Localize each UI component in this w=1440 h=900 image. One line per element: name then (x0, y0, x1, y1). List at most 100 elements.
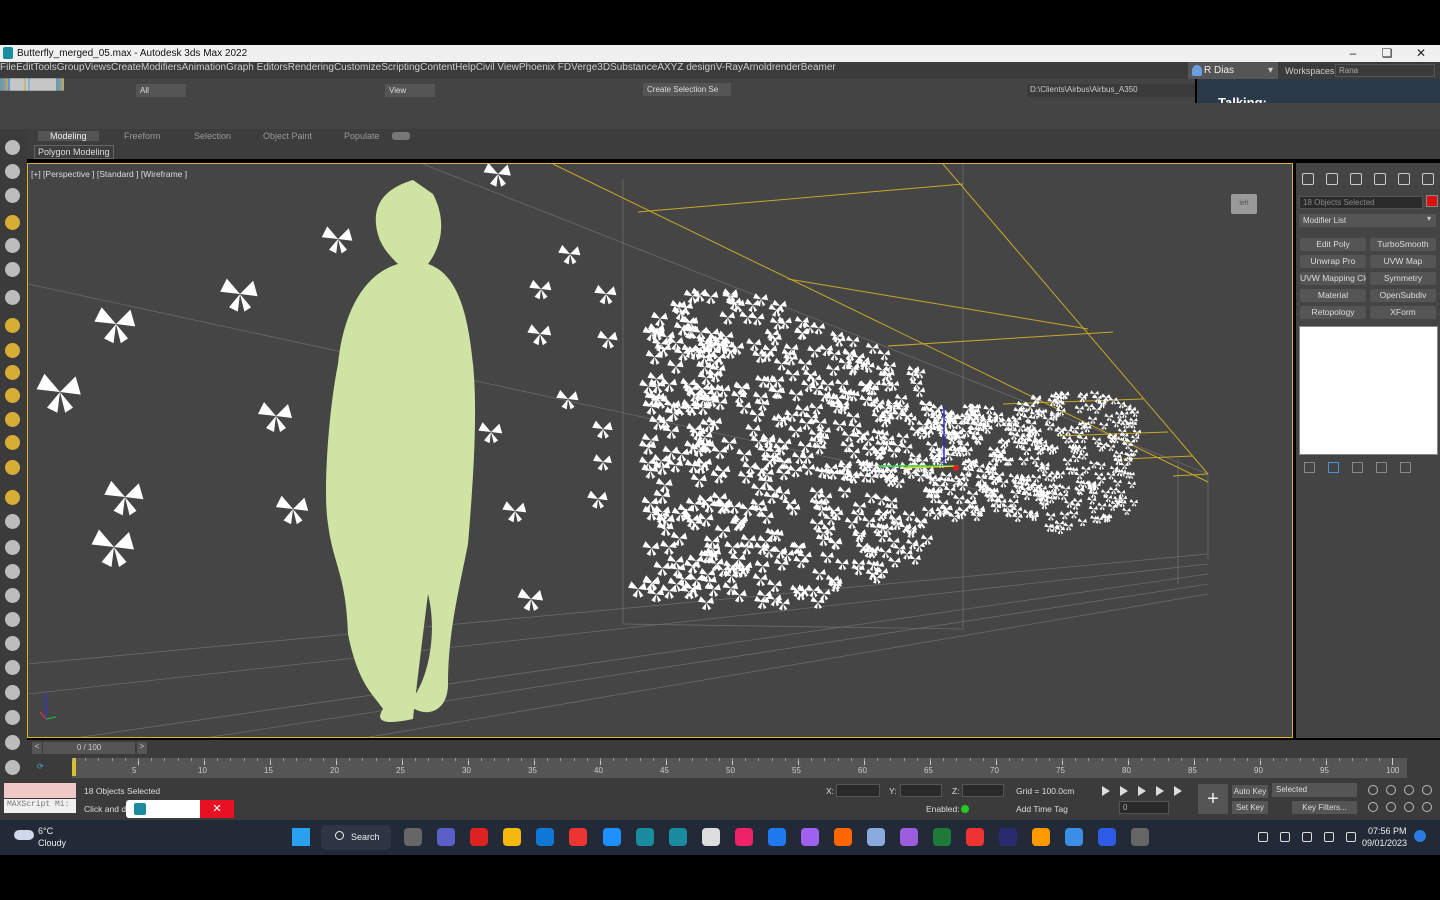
time-slider[interactable]: 0 / 100 (43, 742, 135, 754)
hierarchy-icon[interactable] (1350, 173, 1362, 185)
menu-item-tools[interactable]: Tools (33, 62, 56, 73)
volume-icon[interactable] (1346, 832, 1356, 842)
taskbar-app-icon[interactable] (503, 828, 521, 846)
configure-modifier-sets-icon[interactable] (1400, 462, 1411, 473)
selection-set-dropdown[interactable]: Create Selection Se (643, 83, 731, 96)
modifier-button-symmetry[interactable]: Symmetry (1370, 272, 1436, 285)
left-toolbar-icon[interactable] (5, 490, 20, 505)
taskbar-app-icon[interactable] (1065, 828, 1083, 846)
left-toolbar-icon[interactable] (5, 262, 20, 277)
modifier-list-dropdown[interactable]: Modifier List (1299, 214, 1436, 227)
left-toolbar-icon[interactable] (5, 435, 20, 450)
z-coordinate-field[interactable] (962, 784, 1004, 797)
project-path[interactable]: D:\Clients\Airbus\Airbus_A350 (1027, 84, 1195, 97)
ribbon-subtab[interactable]: Polygon Modeling (34, 145, 114, 159)
maximize-viewport-icon[interactable] (1368, 802, 1378, 812)
go-end-icon[interactable] (1174, 786, 1182, 796)
perspective-viewport[interactable]: [+] [Perspective ] [Standard ] [Wirefram… (27, 163, 1293, 738)
taskbar-app-icon[interactable] (1131, 828, 1149, 846)
menu-item-v-ray[interactable]: V-Ray (716, 62, 743, 73)
clock-date[interactable]: 09/01/2023 (1362, 838, 1407, 848)
menu-item-substance[interactable]: Substance (610, 62, 657, 73)
left-toolbar-icon[interactable] (5, 365, 20, 380)
left-toolbar-icon[interactable] (5, 760, 20, 775)
left-toolbar-icon[interactable] (5, 215, 20, 230)
y-coordinate-field[interactable] (900, 784, 942, 797)
chevron-up-icon[interactable] (1258, 832, 1268, 842)
menu-item-renderbeamer[interactable]: renderBeamer (772, 62, 836, 73)
left-toolbar-icon[interactable] (5, 636, 20, 651)
utilities-icon[interactable] (1422, 173, 1434, 185)
weather-desc[interactable]: Cloudy (38, 838, 66, 848)
modifier-button-xform[interactable]: XForm (1370, 306, 1436, 319)
taskbar-preview-popup[interactable]: ✕ (126, 800, 234, 818)
menu-item-rendering[interactable]: Rendering (288, 62, 334, 73)
object-color-swatch[interactable] (1426, 195, 1438, 207)
left-toolbar-icon[interactable] (5, 540, 20, 555)
close-icon[interactable]: ✕ (200, 800, 234, 818)
remove-modifier-icon[interactable] (1376, 462, 1387, 473)
user-account[interactable]: R Dias ▾ (1188, 62, 1278, 79)
minimize-button[interactable]: – (1338, 46, 1368, 60)
menu-item-axyz-design[interactable]: AXYZ design (657, 62, 715, 73)
left-toolbar-icon[interactable] (5, 685, 20, 700)
pin-stack-icon[interactable] (1304, 462, 1315, 473)
left-toolbar-icon[interactable] (5, 238, 20, 253)
left-toolbar-icon[interactable] (5, 735, 20, 750)
taskbar-app-icon[interactable] (801, 828, 819, 846)
maxscript-listener-color[interactable] (4, 783, 76, 798)
menu-item-verge3d[interactable]: Verge3D (571, 62, 610, 73)
pan-icon[interactable] (1404, 785, 1414, 795)
left-toolbar-icon[interactable] (5, 660, 20, 675)
modifier-button-uvw-map[interactable]: UVW Map (1370, 255, 1436, 268)
modifier-button-unwrap-pro[interactable]: Unwrap Pro (1300, 255, 1366, 268)
add-time-tag[interactable]: Add Time Tag (1016, 804, 1068, 814)
track-bar-icon[interactable]: ⟳ (37, 762, 53, 774)
menu-item-animation[interactable]: Animation (182, 62, 226, 73)
left-toolbar-icon[interactable] (5, 710, 20, 725)
left-toolbar-icon[interactable] (5, 412, 20, 427)
set-key-button[interactable]: Set Key (1232, 801, 1268, 814)
modifier-button-uvw-mapping-clear[interactable]: UVW Mapping Clear (1300, 272, 1366, 285)
taskbar-app-icon[interactable] (834, 828, 852, 846)
taskbar-app-icon[interactable] (999, 828, 1017, 846)
left-toolbar-icon[interactable] (5, 612, 20, 627)
taskbar-app-icon[interactable] (669, 828, 687, 846)
current-frame-field[interactable]: 0 (1119, 801, 1169, 814)
modify-icon[interactable] (1326, 173, 1338, 185)
taskbar-app-icon[interactable] (966, 828, 984, 846)
menu-item-content[interactable]: Content (420, 62, 455, 73)
display-icon[interactable] (1324, 832, 1334, 842)
left-toolbar-icon[interactable] (5, 343, 20, 358)
modifier-button-edit-poly[interactable]: Edit Poly (1300, 238, 1366, 251)
menu-item-views[interactable]: Views (85, 62, 112, 73)
walk-icon[interactable] (1404, 802, 1414, 812)
clock-time[interactable]: 07:56 PM (1368, 826, 1407, 836)
left-toolbar-icon[interactable] (5, 164, 20, 179)
windows-start-icon[interactable] (292, 828, 310, 846)
weather-temp[interactable]: 6°C (38, 826, 53, 836)
menu-item-modifiers[interactable]: Modifiers (141, 62, 182, 73)
left-toolbar-icon[interactable] (5, 514, 20, 529)
modifier-stack[interactable] (1299, 326, 1438, 455)
key-mode-dropdown[interactable]: Selected (1272, 783, 1357, 797)
time-next-arrow[interactable]: > (137, 742, 147, 754)
view-cube[interactable]: left (1231, 194, 1257, 214)
key-filters-button[interactable]: Key Filters... (1292, 801, 1357, 814)
motion-icon[interactable] (1374, 173, 1386, 185)
ribbon-tab-freeform[interactable]: Freeform (112, 131, 173, 141)
taskbar-app-icon[interactable] (735, 828, 753, 846)
zoom-extents-icon[interactable] (1422, 802, 1432, 812)
zoom-all-icon[interactable] (1386, 785, 1396, 795)
enabled-indicator[interactable] (961, 805, 969, 813)
left-toolbar-icon[interactable] (5, 290, 20, 305)
close-button[interactable]: ✕ (1406, 46, 1436, 60)
left-toolbar-icon[interactable] (5, 564, 20, 579)
menu-item-create[interactable]: Create (111, 62, 141, 73)
ribbon-tab-selection[interactable]: Selection (182, 131, 243, 141)
taskbar-app-icon[interactable] (1098, 828, 1116, 846)
make-unique-icon[interactable] (1352, 462, 1363, 473)
network-icon[interactable] (1280, 832, 1290, 842)
left-toolbar-icon[interactable] (5, 140, 20, 155)
selection-filter-dropdown[interactable]: All (136, 84, 186, 97)
